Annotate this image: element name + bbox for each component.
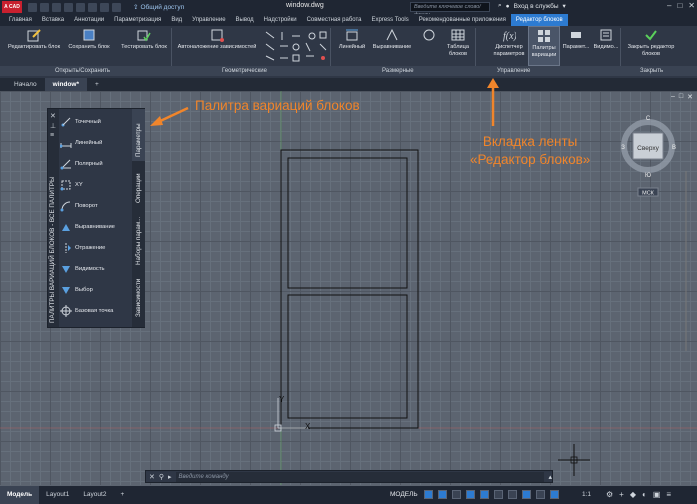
osnap-icon[interactable] bbox=[480, 490, 489, 499]
tab-layout2[interactable]: Layout2 bbox=[76, 486, 113, 504]
units-icon[interactable]: ◆ bbox=[630, 490, 636, 499]
ribbon-annotation-line1: Вкладка ленты bbox=[482, 134, 578, 149]
annotation-arrows bbox=[150, 78, 499, 126]
cmd-close-icon[interactable]: ✕ bbox=[149, 473, 155, 481]
grid-icon[interactable] bbox=[424, 490, 433, 499]
ribbon-annotation-line2: «Редактор блоков» bbox=[470, 152, 591, 167]
snap-icon[interactable] bbox=[438, 490, 447, 499]
model-space-toggle[interactable]: МОДЕЛЬ bbox=[390, 486, 418, 504]
palette-arrowhead bbox=[150, 116, 163, 126]
command-line: ✕ ⚲ ▸ Введите команду ▴ bbox=[145, 470, 553, 483]
command-input[interactable]: Введите команду bbox=[175, 471, 545, 482]
customize-icon[interactable]: ≡ bbox=[666, 490, 671, 499]
annotation-scale[interactable]: 1:1 bbox=[582, 486, 591, 504]
ortho-icon[interactable] bbox=[452, 490, 461, 499]
cmd-prompt-icon: ▸ bbox=[168, 473, 172, 481]
otrack-icon[interactable] bbox=[494, 490, 503, 499]
status-right-icons: ⚙ + ◆ ◐ ▣ ≡ bbox=[606, 490, 671, 499]
add-icon[interactable]: + bbox=[619, 490, 624, 499]
polar-icon[interactable] bbox=[466, 490, 475, 499]
fullscreen-icon[interactable]: ▣ bbox=[653, 490, 661, 499]
selection-cycling-icon[interactable] bbox=[522, 490, 531, 499]
add-layout-button[interactable]: + bbox=[113, 486, 131, 504]
annotation-monitor-icon[interactable] bbox=[536, 490, 545, 499]
settings-gear-icon[interactable]: ⚙ bbox=[606, 490, 613, 499]
ribbon-arrowhead bbox=[487, 78, 499, 88]
lineweight-icon[interactable] bbox=[508, 490, 517, 499]
status-bar: Модель Layout1 Layout2 + bbox=[0, 486, 697, 504]
palette-annotation: Палитра вариаций блоков bbox=[195, 98, 360, 113]
tab-model[interactable]: Модель bbox=[0, 486, 40, 504]
cmd-customize-icon[interactable]: ⚲ bbox=[159, 473, 164, 481]
annotation-visibility-icon[interactable] bbox=[550, 490, 559, 499]
tab-layout1[interactable]: Layout1 bbox=[39, 486, 76, 504]
ribbon-annotation: Вкладка ленты «Редактор блоков» bbox=[470, 133, 590, 169]
isolate-icon[interactable]: ◐ bbox=[642, 490, 647, 499]
cmd-expand-icon[interactable]: ▴ bbox=[548, 473, 552, 481]
status-toggles bbox=[424, 490, 559, 499]
